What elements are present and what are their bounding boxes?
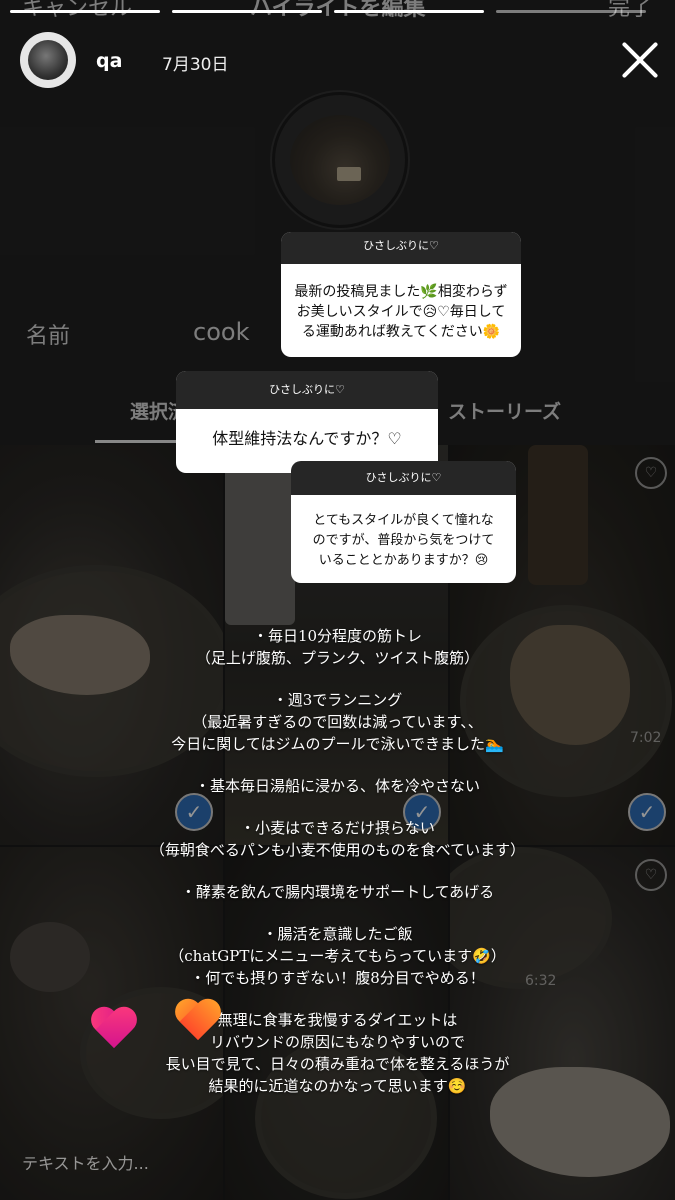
answer-line: （毎朝食べるパンも小麦不使用のものを食べています） bbox=[149, 841, 526, 859]
answer-line: ・小麦はできるだけ摂らない bbox=[240, 819, 435, 837]
story-progress-bar bbox=[172, 10, 322, 13]
sticker-header: ひさしぶりに♡ bbox=[281, 232, 521, 264]
answer-line: ・週3でランニング bbox=[272, 691, 403, 709]
username[interactable]: qa bbox=[96, 50, 122, 72]
story-progress-bar bbox=[334, 10, 484, 13]
sticker-text-line: お美しいスタイルで😥♡毎日して bbox=[296, 304, 506, 320]
sticker-text-line: 最新の投稿見ました🌿相変わらず bbox=[294, 284, 508, 300]
answer-line: 今日に関してはジムのプールで泳いできました🏊 bbox=[171, 735, 504, 753]
answer-line: （chatGPTにメニュー考えてもらっています🤣） bbox=[169, 947, 506, 965]
sticker-header: ひさしぶりに♡ bbox=[176, 371, 438, 409]
story-progress-bar bbox=[496, 10, 646, 13]
sticker-text-line: 体型維持法なんですか？♡ bbox=[212, 429, 402, 448]
answer-line bbox=[0, 669, 675, 689]
question-sticker: ひさしぶりに♡ 体型維持法なんですか？♡ bbox=[176, 371, 438, 473]
answer-line: （足上げ腹筋、プランク、ツイスト腹筋） bbox=[195, 649, 480, 667]
answer-line bbox=[0, 755, 675, 775]
sticker-header: ひさしぶりに♡ bbox=[291, 461, 516, 495]
answer-line: 長い目で見て、日々の積み重ねで体を整えるほうが bbox=[165, 1055, 510, 1073]
pink-heart-icon bbox=[92, 1008, 136, 1052]
sticker-text-line: る運動あれば教えてください🌼 bbox=[301, 324, 501, 340]
answer-line: ・毎日10分程度の筋トレ bbox=[252, 627, 423, 645]
avatar[interactable] bbox=[20, 32, 76, 88]
answer-line: ・酵素を飲んで腸内環境をサポートしてあげる bbox=[180, 883, 495, 901]
orange-heart-icon bbox=[176, 1000, 220, 1044]
story-date: 7月30日 bbox=[162, 55, 229, 75]
sticker-text-line: いることとかありますか？😢 bbox=[318, 553, 489, 568]
answer-line: ・基本毎日湯船に浸かる、体を冷やさない bbox=[194, 777, 480, 795]
question-sticker: ひさしぶりに♡ 最新の投稿見ました🌿相変わらず お美しいスタイルで😥♡毎日して … bbox=[281, 232, 521, 357]
answer-line: 結果的に近道なのかなって思います☺️ bbox=[208, 1077, 467, 1095]
story-progress-bar bbox=[10, 10, 160, 13]
answer-line: ・何でも摂りすぎない！腹8分目でやめる！ bbox=[190, 969, 485, 987]
sticker-text-line: のですが、普段から気をつけて bbox=[312, 533, 495, 548]
answer-line: ・腸活を意識したご飯 bbox=[262, 925, 413, 943]
answer-line: （最近暑すぎるので回数は減っています、、 bbox=[192, 713, 483, 731]
sticker-text-line: とてもスタイルが良くて憧れな bbox=[313, 513, 494, 528]
reply-input[interactable]: テキストを入力... bbox=[22, 1150, 149, 1174]
close-icon[interactable] bbox=[620, 40, 660, 80]
question-sticker: ひさしぶりに♡ とてもスタイルが良くて憧れな のですが、普段から気をつけて いる… bbox=[291, 461, 516, 583]
answer-line bbox=[0, 861, 675, 881]
answer-line bbox=[0, 903, 675, 923]
answer-line bbox=[0, 797, 675, 817]
